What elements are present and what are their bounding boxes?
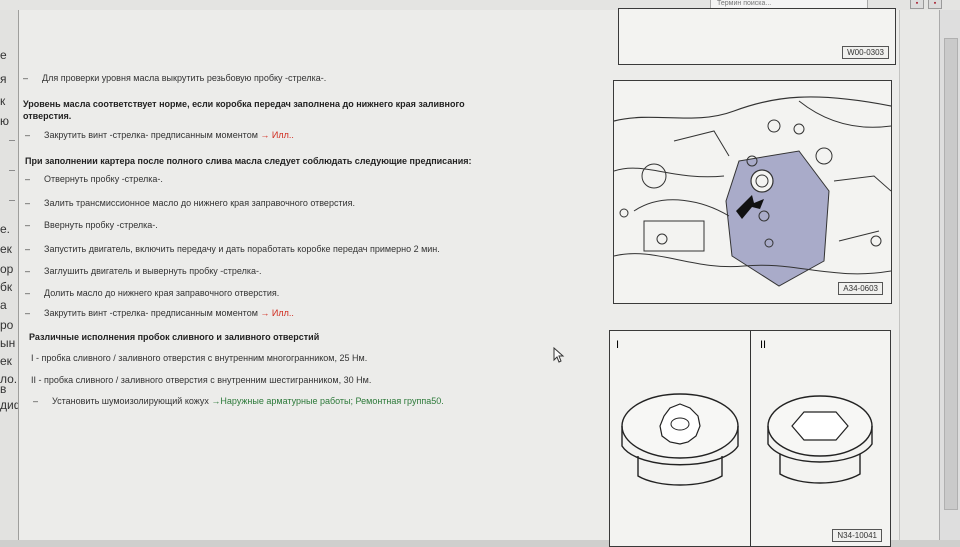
nav-fragment[interactable]: ек bbox=[0, 242, 12, 256]
nav-fragment[interactable]: ын bbox=[0, 336, 15, 350]
nav-fragment[interactable]: е. bbox=[0, 222, 10, 236]
vertical-scrollbar[interactable] bbox=[939, 10, 960, 540]
nav-fragment[interactable]: бк bbox=[0, 280, 12, 294]
nav-fragment[interactable]: я bbox=[0, 72, 7, 86]
instruction-step: – Закрутить винт -стрелка- предписанным м… bbox=[25, 308, 294, 318]
instruction-step: – Установить шумоизолирующий кожух →Наруж… bbox=[33, 396, 444, 406]
plug-hex-illustration bbox=[767, 395, 873, 484]
nav-fragment[interactable]: в bbox=[0, 382, 6, 396]
content-right-margin bbox=[899, 10, 940, 540]
figure-top: W00-0303 bbox=[618, 8, 896, 65]
left-navigation-pane[interactable]: е я к ю е. ек ор бк а ро ын ек ло. в диф bbox=[0, 10, 19, 540]
instruction-step: – Запустить двигатель, включить передачу … bbox=[25, 244, 440, 254]
section-heading: Различные исполнения пробок сливного и з… bbox=[29, 332, 320, 342]
toolbar-button-1[interactable]: ▪ bbox=[910, 0, 924, 9]
figure-label: N34-10041 bbox=[832, 529, 882, 542]
note-heading: Уровень масла соответствует норме, если … bbox=[23, 99, 465, 109]
section-heading: При заполнении картера после полного сли… bbox=[25, 156, 472, 166]
figure-label: A34-0603 bbox=[838, 282, 883, 295]
nav-fragment[interactable]: к bbox=[0, 94, 5, 108]
nav-fragment[interactable]: диф bbox=[0, 398, 18, 412]
tree-line bbox=[9, 140, 15, 141]
panel-divider bbox=[750, 331, 751, 546]
panel-label: II bbox=[760, 339, 767, 351]
nav-fragment[interactable]: ек bbox=[0, 354, 12, 368]
nav-fragment[interactable]: ор bbox=[0, 262, 13, 276]
note-heading: отверстия. bbox=[23, 111, 72, 121]
nav-fragment[interactable]: а bbox=[0, 298, 7, 312]
figure-gearbox: A34-0603 bbox=[613, 80, 892, 304]
instruction-step: – Залить трансмиссионное масло до нижнего… bbox=[25, 198, 355, 208]
document-content: – Для проверки уровня масла выкрутить рез… bbox=[19, 8, 940, 547]
instruction-step: – Для проверки уровня масла выкрутить рез… bbox=[23, 73, 327, 83]
instruction-step: – Закрутить винт -стрелка- предписанным м… bbox=[25, 130, 294, 140]
tree-line bbox=[9, 200, 15, 201]
cross-reference-link[interactable]: →Наружные арматурные работы; Ремонтная г… bbox=[211, 396, 443, 406]
figure-plugs: I II N34-10041 bbox=[609, 330, 891, 547]
nav-fragment[interactable]: ро bbox=[0, 318, 13, 332]
mouse-cursor-icon bbox=[553, 347, 565, 363]
panel-label: I bbox=[616, 339, 620, 351]
figure-label: W00-0303 bbox=[842, 46, 889, 59]
instruction-step: – Долить масло до нижнего края заправочно… bbox=[25, 288, 280, 298]
gearbox-illustration bbox=[614, 96, 891, 287]
instruction-step: – Отвернуть пробку -стрелка-. bbox=[25, 174, 163, 184]
plug-multipoint-illustration bbox=[621, 393, 739, 486]
instruction-step: – Ввернуть пробку -стрелка-. bbox=[25, 220, 158, 230]
spec-line: I - пробка сливного / заливного отверсти… bbox=[31, 353, 368, 363]
illustration-link[interactable]: → Илл.. bbox=[260, 308, 293, 318]
illustration-link[interactable]: → Илл.. bbox=[260, 130, 293, 140]
spec-line: II - пробка сливного / заливного отверст… bbox=[31, 375, 372, 385]
scrollbar-thumb[interactable] bbox=[944, 38, 958, 510]
toolbar-button-2[interactable]: ▪ bbox=[928, 0, 942, 9]
instruction-step: – Заглушить двигатель и вывернуть пробку … bbox=[25, 266, 262, 276]
tree-line bbox=[9, 170, 15, 171]
nav-fragment[interactable]: ю bbox=[0, 114, 9, 128]
nav-fragment[interactable]: е bbox=[0, 48, 7, 62]
